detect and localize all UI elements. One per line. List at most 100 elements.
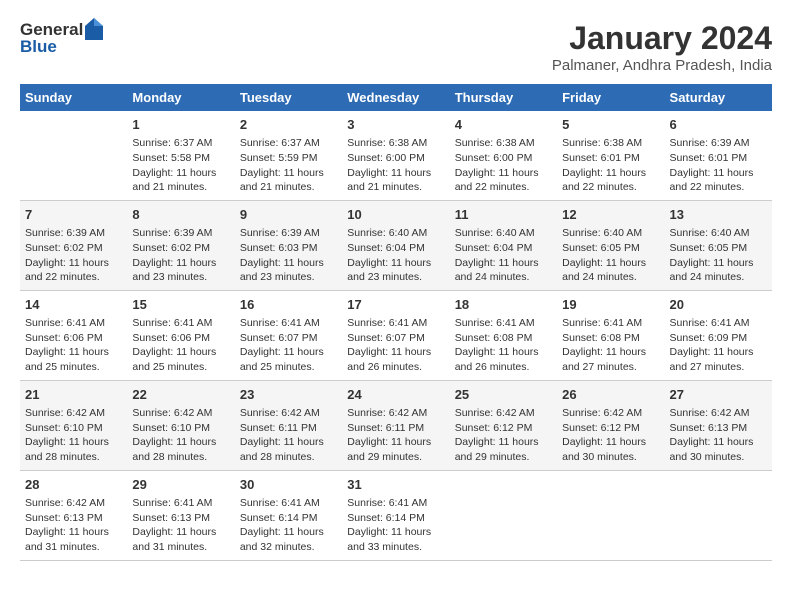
- cell-line: Sunrise: 6:39 AM: [240, 227, 320, 239]
- cell-line: Daylight: 11 hours and 28 minutes.: [25, 436, 109, 463]
- cell-line: Sunset: 6:05 PM: [562, 242, 640, 254]
- cell-line: Sunrise: 6:37 AM: [240, 137, 320, 149]
- cell-content: Sunrise: 6:41 AMSunset: 6:08 PMDaylight:…: [455, 316, 552, 375]
- cell-line: Sunset: 6:11 PM: [240, 422, 317, 434]
- cell-line: Sunset: 5:58 PM: [132, 152, 210, 164]
- day-number: 2: [240, 116, 337, 134]
- calendar-cell: 21 Sunrise: 6:42 AMSunset: 6:10 PMDayligh…: [20, 380, 127, 470]
- header-cell-tuesday: Tuesday: [235, 84, 342, 111]
- cell-line: Daylight: 11 hours and 33 minutes.: [347, 526, 431, 553]
- day-number: 16: [240, 296, 337, 314]
- cell-content: Sunrise: 6:40 AMSunset: 6:04 PMDaylight:…: [455, 226, 552, 285]
- cell-line: Sunset: 5:59 PM: [240, 152, 318, 164]
- cell-line: Sunset: 6:00 PM: [455, 152, 533, 164]
- logo-blue: Blue: [20, 38, 103, 57]
- day-number: 1: [132, 116, 229, 134]
- calendar-cell: [450, 470, 557, 560]
- cell-content: Sunrise: 6:41 AMSunset: 6:08 PMDaylight:…: [562, 316, 659, 375]
- calendar-cell: 25Sunrise: 6:42 AMSunset: 6:12 PMDayligh…: [450, 380, 557, 470]
- calendar-cell: 8 Sunrise: 6:39 AMSunset: 6:02 PMDaylight…: [127, 200, 234, 290]
- cell-content: Sunrise: 6:41 AMSunset: 6:07 PMDaylight:…: [240, 316, 337, 375]
- cell-line: Sunrise: 6:41 AM: [347, 317, 427, 329]
- cell-line: Sunrise: 6:41 AM: [240, 497, 320, 509]
- cell-line: Sunrise: 6:41 AM: [240, 317, 320, 329]
- cell-line: Sunset: 6:13 PM: [670, 422, 748, 434]
- day-number: 26: [562, 386, 659, 404]
- cell-line: Sunrise: 6:41 AM: [25, 317, 105, 329]
- calendar-row: 1 Sunrise: 6:37 AM Sunset: 5:58 PM Daylight…: [20, 111, 772, 200]
- cell-line: Daylight: 11 hours and 21 minutes.: [240, 167, 324, 194]
- cell-line: Sunset: 6:14 PM: [347, 512, 425, 524]
- cell-line: Sunrise: 6:38 AM: [347, 137, 427, 149]
- day-number: 8: [132, 206, 229, 224]
- cell-line: Sunrise: 6:41 AM: [670, 317, 750, 329]
- cell-content: Sunrise: 6:41 AMSunset: 6:09 PMDaylight:…: [670, 316, 767, 375]
- cell-content: Sunrise: 6:38 AMSunset: 6:01 PMDaylight:…: [562, 136, 659, 195]
- calendar-cell: 26Sunrise: 6:42 AMSunset: 6:12 PMDayligh…: [557, 380, 664, 470]
- calendar-cell: 19 Sunrise: 6:41 AMSunset: 6:08 PMDayligh…: [557, 290, 664, 380]
- title-block: January 2024 Palmaner, Andhra Pradesh, I…: [552, 20, 772, 74]
- cell-line: Daylight: 11 hours and 23 minutes.: [132, 257, 216, 284]
- calendar-row: 28Sunrise: 6:42 AMSunset: 6:13 PMDayligh…: [20, 470, 772, 560]
- cell-line: Daylight: 11 hours and 22 minutes.: [670, 167, 754, 194]
- cell-line: Sunrise: 6:41 AM: [132, 497, 212, 509]
- calendar-cell: 6Sunrise: 6:39 AMSunset: 6:01 PMDaylight…: [665, 111, 772, 200]
- page-subtitle: Palmaner, Andhra Pradesh, India: [552, 57, 772, 74]
- cell-line: Daylight: 11 hours and 23 minutes.: [240, 257, 324, 284]
- header-cell-saturday: Saturday: [665, 84, 772, 111]
- day-number: 21: [25, 386, 122, 404]
- cell-line: Sunset: 6:08 PM: [455, 332, 533, 344]
- day-number: 7: [25, 206, 122, 224]
- cell-line: Sunrise: 6:41 AM: [347, 497, 427, 509]
- cell-line: Sunrise: 6:42 AM: [455, 407, 535, 419]
- cell-content: Sunrise: 6:42 AMSunset: 6:10 PMDaylight:…: [25, 406, 122, 465]
- day-number: 22: [132, 386, 229, 404]
- cell-line: Daylight: 11 hours and 26 minutes.: [455, 346, 539, 373]
- day-number: 29: [132, 476, 229, 494]
- cell-line: Sunset: 6:06 PM: [25, 332, 103, 344]
- cell-line: Sunset: 6:07 PM: [347, 332, 425, 344]
- cell-content: Sunrise: 6:41 AMSunset: 6:13 PMDaylight:…: [132, 496, 229, 555]
- cell-line: Sunset: 6:03 PM: [240, 242, 318, 254]
- cell-content: Sunrise: 6:39 AMSunset: 6:02 PMDaylight:…: [132, 226, 229, 285]
- cell-line: Sunset: 6:13 PM: [25, 512, 103, 524]
- cell-line: Sunset: 6:11 PM: [347, 422, 424, 434]
- day-number: 14: [25, 296, 122, 314]
- calendar-cell: 12Sunrise: 6:40 AMSunset: 6:05 PMDayligh…: [557, 200, 664, 290]
- calendar-cell: 20 Sunrise: 6:41 AMSunset: 6:09 PMDayligh…: [665, 290, 772, 380]
- calendar-cell: 17Sunrise: 6:41 AMSunset: 6:07 PMDayligh…: [342, 290, 449, 380]
- cell-content: Sunrise: 6:41 AMSunset: 6:06 PMDaylight:…: [25, 316, 122, 375]
- logo: General Blue: [20, 20, 103, 57]
- cell-line: Daylight: 11 hours and 29 minutes.: [455, 436, 539, 463]
- day-number: 20: [670, 296, 767, 314]
- calendar-row: 14 Sunrise: 6:41 AM Sunset: 6:06 PM Dayligh…: [20, 290, 772, 380]
- page-header: General Blue January 2024 Palmaner, Andh…: [20, 20, 772, 74]
- cell-line: Sunrise: 6:38 AM: [562, 137, 642, 149]
- cell-content: Sunrise: 6:37 AMSunset: 5:58 PMDaylight:…: [132, 136, 229, 195]
- cell-content: Sunrise: 6:38 AMSunset: 6:00 PMDaylight:…: [347, 136, 444, 195]
- day-number: 18: [455, 296, 552, 314]
- cell-line: Sunset: 6:01 PM: [562, 152, 640, 164]
- day-number: 11: [455, 206, 552, 224]
- day-number: 9: [240, 206, 337, 224]
- cell-line: Sunset: 6:13 PM: [132, 512, 210, 524]
- cell-content: Sunrise: 6:37 AM Sunset: 5:59 PM Daylight:…: [240, 136, 337, 195]
- cell-line: Sunrise: 6:42 AM: [132, 407, 212, 419]
- cell-line: Daylight: 11 hours and 30 minutes.: [562, 436, 646, 463]
- header-cell-sunday: Sunday: [20, 84, 127, 111]
- cell-line: Sunset: 6:10 PM: [132, 422, 210, 434]
- cell-line: Sunrise: 6:41 AM: [132, 317, 212, 329]
- day-number: 5: [562, 116, 659, 134]
- calendar-cell: 14Sunrise: 6:41 AMSunset: 6:06 PMDayligh…: [20, 290, 127, 380]
- cell-line: Sunrise: 6:37 AM: [132, 137, 212, 149]
- calendar-cell: 27Sunrise: 6:42 AMSunset: 6:13 PMDayligh…: [665, 380, 772, 470]
- calendar-cell: 13Sunrise: 6:40 AMSunset: 6:05 PMDayligh…: [665, 200, 772, 290]
- day-number: 19: [562, 296, 659, 314]
- calendar-cell: 4Sunrise: 6:38 AMSunset: 6:00 PMDaylight…: [450, 111, 557, 200]
- cell-content: Sunrise: 6:42 AMSunset: 6:12 PMDaylight:…: [455, 406, 552, 465]
- cell-line: Daylight: 11 hours and 22 minutes.: [25, 257, 109, 284]
- cell-content: Sunrise: 6:40 AMSunset: 6:05 PMDaylight:…: [562, 226, 659, 285]
- day-number: 27: [670, 386, 767, 404]
- cell-content: Sunrise: 6:42 AMSunset: 6:13 PMDaylight:…: [25, 496, 122, 555]
- cell-line: Daylight: 11 hours and 21 minutes.: [347, 167, 431, 194]
